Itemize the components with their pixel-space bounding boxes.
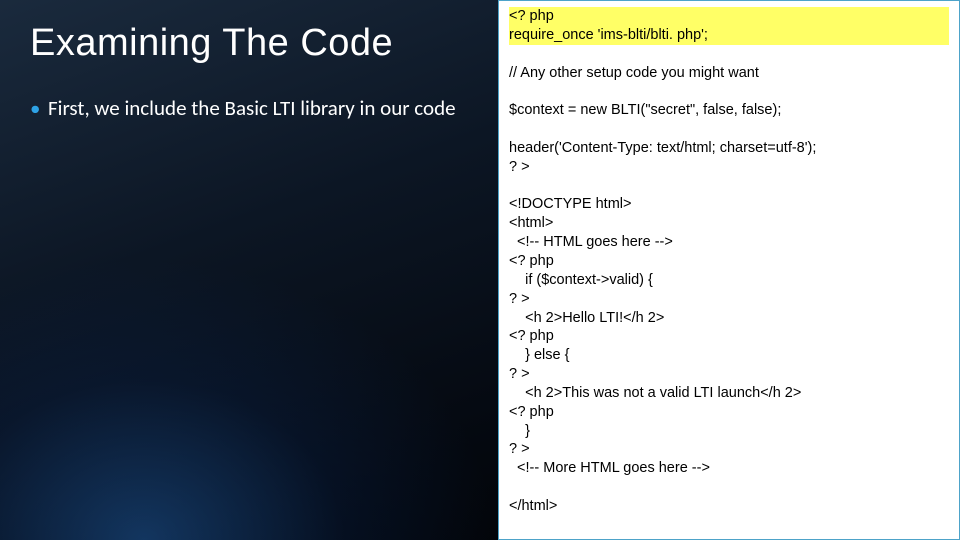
slide: Examining The Code First, we include the… — [0, 0, 960, 540]
code-highlight-line: require_once 'ims-blti/blti. php'; — [509, 26, 949, 45]
bullet-list: First, we include the Basic LTI library … — [30, 95, 474, 122]
bullet-item: First, we include the Basic LTI library … — [30, 95, 474, 122]
code-block: <? phprequire_once 'ims-blti/blti. php';… — [498, 0, 960, 540]
left-panel: Examining The Code First, we include the… — [0, 0, 498, 540]
slide-title: Examining The Code — [30, 22, 474, 65]
code-highlight-line: <? php — [509, 7, 949, 26]
code-body: // Any other setup code you might want $… — [509, 65, 816, 514]
